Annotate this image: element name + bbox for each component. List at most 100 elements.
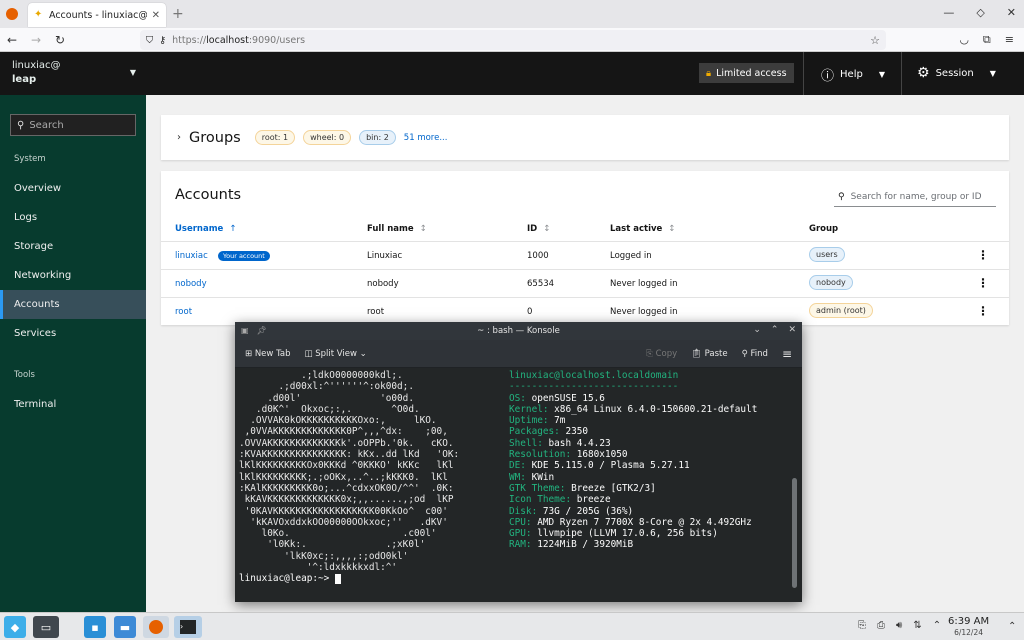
help-button[interactable]: ⓘ Help ▼	[821, 65, 885, 84]
url-bar[interactable]: ⛉ ⚷ https://localhost:9090/users ☆	[140, 30, 886, 50]
paste-button[interactable]: 📋︎ Paste	[691, 349, 727, 359]
username-link[interactable]: linuxiac	[175, 251, 208, 261]
ascii-art-line: 'lkK0xc;:,,,,:;odO0kl'	[239, 550, 409, 562]
pager-icon[interactable]: ▭	[33, 616, 59, 638]
sysinfo-line: GTK Theme: Breeze [GTK2/3]	[509, 483, 656, 494]
host-switcher[interactable]: linuxiac@ leap ▼	[0, 52, 146, 95]
firefox-taskbar-icon[interactable]	[143, 616, 169, 638]
terminal-output[interactable]: .;ldkO0000000kdl;. linuxiac@localhost.loc…	[235, 368, 802, 602]
close-tab-icon[interactable]: ✕	[152, 10, 160, 21]
sysinfo-value: AMD Ryzen 7 7700X 8-Core @ 2x 4.492GHz	[537, 516, 752, 528]
terminal-line: :KVAKKKKKKKKKKKKKKK: kKx..dd lKd 'OK: Res…	[239, 449, 798, 460]
back-icon[interactable]: ←	[0, 33, 24, 47]
menu-icon[interactable]: ≡	[1005, 33, 1014, 47]
clipboard-icon[interactable]: ⎘	[858, 620, 866, 631]
clock[interactable]: 6:39 AM 6/12/24	[948, 616, 989, 638]
session-button[interactable]: ⚙ Session ▼	[917, 65, 996, 81]
group-chip-wheel[interactable]: wheel: 0	[303, 130, 352, 145]
sidebar-item-logs[interactable]: Logs	[0, 203, 146, 232]
sidebar-item-services[interactable]: Services	[0, 319, 146, 348]
username-link[interactable]: nobody	[175, 279, 207, 289]
firefox-menu-icon[interactable]	[6, 8, 18, 20]
groups-title: Groups	[189, 129, 241, 146]
show-desktop-icon[interactable]: ⌃	[1008, 621, 1016, 632]
konsole-app-icon: ▣	[241, 326, 249, 335]
minimize-icon[interactable]: —	[943, 6, 954, 19]
row-actions-kebab-icon[interactable]: ⋮	[977, 276, 989, 290]
group-chip[interactable]: users	[809, 247, 845, 262]
sidebar-item-terminal[interactable]: Terminal	[0, 390, 146, 419]
network-icon[interactable]: ⇅	[913, 620, 921, 631]
sidebar-item-networking[interactable]: Networking	[0, 261, 146, 290]
konsole-toolbar: ⊞ New Tab ◫ Split View ⌄ ⎘ Copy 📋︎ Paste…	[235, 340, 802, 368]
group-chip-root[interactable]: root: 1	[254, 130, 296, 145]
close-icon[interactable]: ✕	[788, 325, 796, 335]
search-icon: ⚲	[17, 119, 25, 131]
browser-tab[interactable]: ✦ Accounts - linuxiac@leap ✕	[28, 3, 166, 27]
split-view-button[interactable]: ◫ Split View ⌄	[304, 349, 366, 359]
extensions-icon[interactable]: ⧉	[983, 33, 991, 47]
lock-icon: 🔒︎	[706, 67, 712, 79]
konsole-titlebar[interactable]: ▣ 📌︎ ~ : bash — Konsole ⌄ ⌃ ✕	[235, 322, 802, 340]
maximize-icon[interactable]: ◇	[976, 6, 984, 19]
printer-icon[interactable]: ⎙	[877, 620, 885, 631]
divider	[803, 52, 804, 95]
find-button[interactable]: ⚲ Find	[742, 349, 768, 359]
pocket-icon[interactable]: ◡	[959, 33, 969, 47]
sidebar-nav: System Overview Logs Storage Networking Accou…	[0, 154, 146, 419]
volume-icon[interactable]: 🔊︎	[896, 620, 902, 631]
column-id[interactable]: ID ↕	[527, 224, 550, 234]
row-actions-kebab-icon[interactable]: ⋮	[977, 248, 989, 262]
ascii-art-line: '^:ldxkkkkxdl:^'	[239, 562, 398, 574]
terminal-line: .;d00xl:^''''''^:ok00d;. ----------------…	[239, 381, 798, 392]
sidebar-search-input[interactable]: ⚲ Search	[10, 114, 136, 136]
sort-icon: ↕	[668, 224, 676, 234]
column-group-label: Group	[809, 224, 839, 234]
chevron-down-icon[interactable]: ⌄	[753, 325, 761, 335]
bookmark-star-icon[interactable]: ☆	[870, 34, 880, 47]
sysinfo-key: CPU:	[509, 516, 538, 528]
forward-icon[interactable]: →	[24, 33, 48, 47]
new-tab-icon[interactable]: +	[172, 6, 184, 22]
taskbar: ◆ ▭ ▪ ▬ › ⎘ ⎙ 🔊︎ ⇅ ⌃ 6:39 AM 6/12/24 ⌃	[0, 612, 1024, 640]
file-manager-icon[interactable]: ▬	[114, 616, 136, 638]
sysinfo-line: Uptime: 7m	[509, 415, 565, 426]
limited-access-button[interactable]: 🔒︎ Limited access	[699, 63, 794, 83]
terminal-line: '0KAVKKKKKKKKKKKKKKKKKK00KkOo^ c00' Disk:…	[239, 506, 798, 517]
row-actions-kebab-icon[interactable]: ⋮	[977, 304, 989, 318]
group-chip[interactable]: nobody	[809, 275, 853, 290]
chevron-up-icon[interactable]: ⌃	[771, 325, 779, 335]
username-link[interactable]: root	[175, 307, 192, 317]
ascii-art-line: kKAVKKKKKKKKKKKKK0x;,,......,;od lKP	[239, 494, 454, 506]
column-last-active[interactable]: Last active ↕	[610, 224, 675, 234]
sysinfo-value: bash 4.4.23	[548, 437, 611, 449]
more-groups-link[interactable]: 51 more...	[404, 133, 448, 143]
pin-icon[interactable]: 📌︎	[257, 326, 267, 335]
hamburger-menu-icon[interactable]: ≡	[782, 347, 792, 361]
group-chip-bin[interactable]: bin: 2	[359, 130, 396, 145]
terminal-line: :KAlKKKKKKKKK0o;...^cdxxOK0O/^^' .0K: GTK…	[239, 483, 798, 494]
new-tab-label: New Tab	[254, 348, 291, 359]
copy-button[interactable]: ⎘ Copy	[646, 349, 677, 359]
column-username[interactable]: Username ↑	[175, 224, 236, 234]
sidebar-item-overview[interactable]: Overview	[0, 174, 146, 203]
tray-expand-icon[interactable]: ⌃	[933, 620, 941, 631]
copy-label: Copy	[655, 348, 678, 359]
chevron-right-icon[interactable]: ›	[177, 132, 181, 143]
cockpit-favicon-icon: ✦	[34, 9, 43, 20]
sidebar-item-accounts[interactable]: Accounts	[0, 290, 146, 319]
sysinfo-key: GTK Theme:	[509, 482, 572, 494]
terminal-scrollbar[interactable]	[792, 478, 797, 588]
new-tab-button[interactable]: ⊞ New Tab	[245, 349, 290, 359]
sidebar-item-storage[interactable]: Storage	[0, 232, 146, 261]
reload-icon[interactable]: ↻	[48, 33, 72, 47]
close-window-icon[interactable]: ✕	[1007, 6, 1016, 19]
discover-icon[interactable]: ▪	[84, 616, 106, 638]
group-chip[interactable]: admin (root)	[809, 303, 873, 318]
column-fullname[interactable]: Full name ↕	[367, 224, 427, 234]
app-launcher-icon[interactable]: ◆	[4, 616, 26, 638]
konsole-taskbar-icon[interactable]: ›	[174, 616, 202, 638]
sysinfo-value: x86_64 Linux 6.4.0-150600.21-default	[554, 403, 758, 415]
konsole-window[interactable]: ▣ 📌︎ ~ : bash — Konsole ⌄ ⌃ ✕ ⊞ New Tab …	[235, 322, 802, 602]
accounts-search-input[interactable]: ⚲ Search for name, group or ID	[834, 187, 996, 207]
